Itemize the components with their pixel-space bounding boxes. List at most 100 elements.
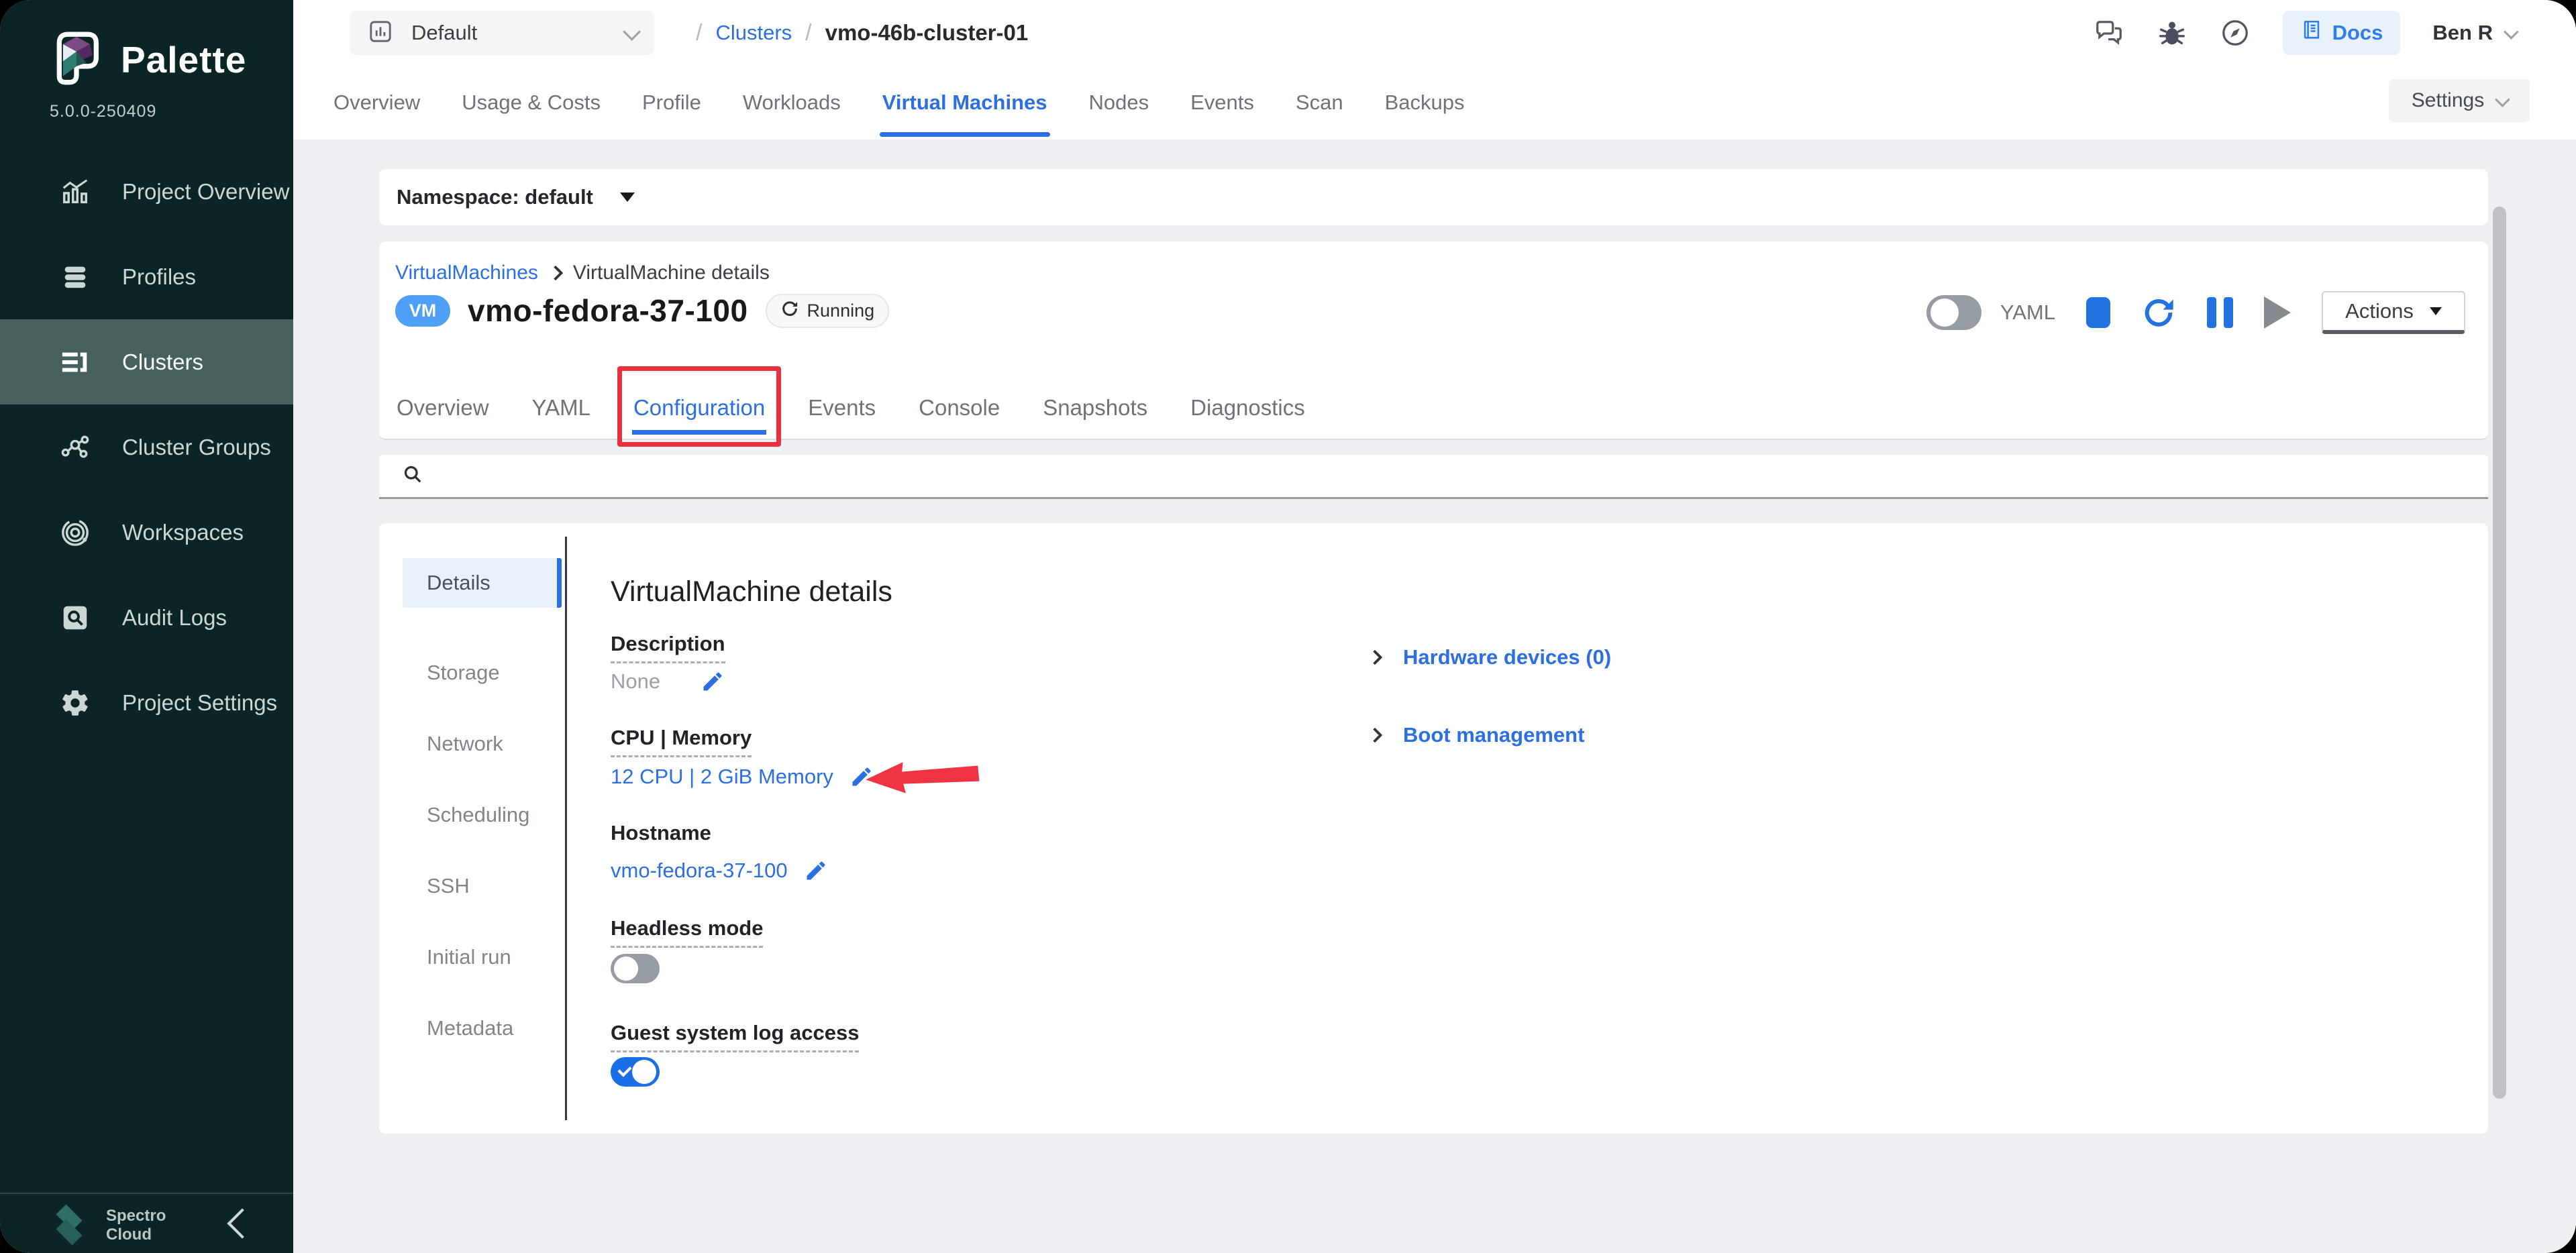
footer-brand-bottom: Cloud	[106, 1225, 166, 1244]
chevron-down-icon	[2495, 92, 2510, 107]
hostname-value[interactable]: vmo-fedora-37-100	[611, 859, 788, 883]
hardware-devices-link[interactable]: Hardware devices (0)	[1403, 645, 1611, 669]
breadcrumb-separator: /	[696, 20, 702, 46]
sidebar-item-audit-logs[interactable]: Audit Logs	[0, 575, 293, 660]
user-menu[interactable]: Ben R	[2432, 21, 2516, 45]
boot-management-row[interactable]: Boot management	[1370, 723, 1584, 747]
sidebar-item-label: Project Settings	[122, 690, 277, 716]
vm-tab-console[interactable]: Console	[919, 377, 1000, 439]
headless-mode-toggle[interactable]	[611, 954, 660, 983]
vm-tab-diagnostics[interactable]: Diagnostics	[1190, 377, 1305, 439]
brand-name: Palette	[121, 38, 246, 81]
edit-description-pencil-icon[interactable]	[701, 669, 725, 694]
breadcrumb-current: vmo-46b-cluster-01	[825, 20, 1029, 46]
compass-icon[interactable]	[2220, 17, 2251, 48]
brand-logo[interactable]: Palette	[47, 28, 246, 91]
cpu-memory-value[interactable]: 12 CPU | 2 GiB Memory	[611, 765, 833, 789]
refresh-icon	[780, 299, 799, 323]
sidebar-item-label: Profiles	[122, 264, 196, 290]
breadcrumb-clusters-link[interactable]: Clusters	[715, 21, 792, 45]
tab-events[interactable]: Events	[1190, 66, 1254, 140]
actions-button[interactable]: Actions	[2322, 291, 2465, 334]
edit-hostname-pencil-icon[interactable]	[804, 859, 828, 883]
tab-virtual-machines[interactable]: Virtual Machines	[882, 66, 1047, 140]
subnav-storage[interactable]: Storage	[403, 648, 562, 698]
pause-vm-button[interactable]	[2207, 297, 2233, 328]
vm-badge: VM	[395, 295, 450, 327]
settings-label: Settings	[2412, 89, 2484, 112]
scrollbar[interactable]	[2493, 207, 2506, 1099]
top-header: Default / Clusters / vmo-46b-cluster-01	[293, 0, 2576, 140]
sidebar-item-project-overview[interactable]: Project Overview	[0, 149, 293, 234]
project-chart-icon	[367, 18, 394, 48]
bug-icon[interactable]	[2157, 17, 2187, 48]
tab-workloads[interactable]: Workloads	[743, 66, 841, 140]
vm-tabs: Overview YAML Configuration Events Conso…	[397, 377, 1305, 439]
vm-breadcrumb: VirtualMachines VirtualMachine details	[395, 262, 770, 284]
subnav-ssh[interactable]: SSH	[403, 861, 562, 911]
cpu-memory-label: CPU | Memory	[611, 726, 752, 757]
sidebar-item-project-settings[interactable]: Project Settings	[0, 660, 293, 745]
orbit-icon	[59, 516, 91, 549]
palette-logo-icon	[47, 28, 106, 91]
breadcrumb-separator: /	[805, 20, 811, 46]
tab-usage-costs[interactable]: Usage & Costs	[462, 66, 601, 140]
sidebar-footer-divider	[0, 1193, 293, 1194]
vm-tab-yaml[interactable]: YAML	[532, 377, 590, 439]
play-vm-button[interactable]	[2264, 296, 2291, 329]
subnav-initial-run[interactable]: Initial run	[403, 932, 562, 982]
tab-backups[interactable]: Backups	[1385, 66, 1465, 140]
docs-button[interactable]: Docs	[2283, 11, 2401, 55]
sidebar-item-workspaces[interactable]: Workspaces	[0, 490, 293, 575]
tab-profile[interactable]: Profile	[642, 66, 701, 140]
details-panel: Details Storage Network Scheduling SSH I…	[379, 523, 2488, 1134]
annotation-red-arrow	[864, 757, 980, 798]
breadcrumb: / Clusters / vmo-46b-cluster-01	[696, 11, 1028, 55]
stop-vm-button[interactable]	[2086, 297, 2110, 328]
vm-tab-events[interactable]: Events	[808, 377, 876, 439]
sidebar-item-profiles[interactable]: Profiles	[0, 234, 293, 319]
actions-label: Actions	[2345, 299, 2414, 323]
sidebar-collapse-chevron-left-icon[interactable]	[227, 1208, 257, 1238]
subnav-metadata[interactable]: Metadata	[403, 1003, 562, 1053]
project-selector-value: Default	[411, 21, 607, 45]
subnav-network[interactable]: Network	[403, 719, 562, 769]
docs-label: Docs	[2332, 21, 2383, 45]
spectro-diamonds-icon	[50, 1205, 90, 1246]
vm-header-panel: VirtualMachines VirtualMachine details V…	[379, 241, 2488, 440]
sidebar-item-label: Project Overview	[122, 179, 289, 205]
vm-tab-snapshots[interactable]: Snapshots	[1043, 377, 1147, 439]
sidebar: Palette 5.0.0-250409 Project Overview	[0, 0, 293, 1253]
guest-log-access-toggle[interactable]	[611, 1057, 660, 1087]
virtualmachines-link[interactable]: VirtualMachines	[395, 262, 538, 284]
settings-button[interactable]: Settings	[2389, 79, 2530, 122]
tab-nodes[interactable]: Nodes	[1089, 66, 1149, 140]
search-input[interactable]	[379, 455, 2488, 499]
sidebar-item-cluster-groups[interactable]: Cluster Groups	[0, 404, 293, 490]
layers-icon	[59, 261, 91, 293]
tab-overview[interactable]: Overview	[333, 66, 420, 140]
hardware-devices-row[interactable]: Hardware devices (0)	[1370, 645, 1611, 669]
namespace-dropdown-caret-icon[interactable]	[620, 193, 635, 202]
subnav-scheduling[interactable]: Scheduling	[403, 790, 562, 840]
guest-log-access-label: Guest system log access	[611, 1021, 859, 1052]
chat-icon[interactable]	[2094, 17, 2124, 48]
boot-management-link[interactable]: Boot management	[1403, 723, 1584, 747]
subnav-details[interactable]: Details	[403, 558, 562, 608]
hostname-value-row: vmo-fedora-37-100	[611, 859, 828, 883]
user-name: Ben R	[2432, 21, 2493, 45]
project-selector[interactable]: Default	[350, 11, 654, 55]
hostname-label: Hostname	[611, 821, 711, 845]
chevron-right-icon	[1368, 728, 1383, 743]
namespace-panel: Namespace: default	[379, 169, 2488, 225]
check-icon	[617, 1063, 631, 1077]
vm-tab-configuration[interactable]: Configuration	[633, 377, 765, 439]
status-label: Running	[807, 301, 875, 321]
tab-scan[interactable]: Scan	[1296, 66, 1343, 140]
sidebar-item-clusters[interactable]: Clusters	[0, 319, 293, 404]
yaml-toggle[interactable]	[1926, 295, 1981, 330]
status-badge: Running	[766, 294, 890, 328]
vm-tab-overview[interactable]: Overview	[397, 377, 489, 439]
restart-vm-button[interactable]	[2141, 295, 2176, 330]
vm-tab-configuration-label: Configuration	[633, 395, 765, 421]
